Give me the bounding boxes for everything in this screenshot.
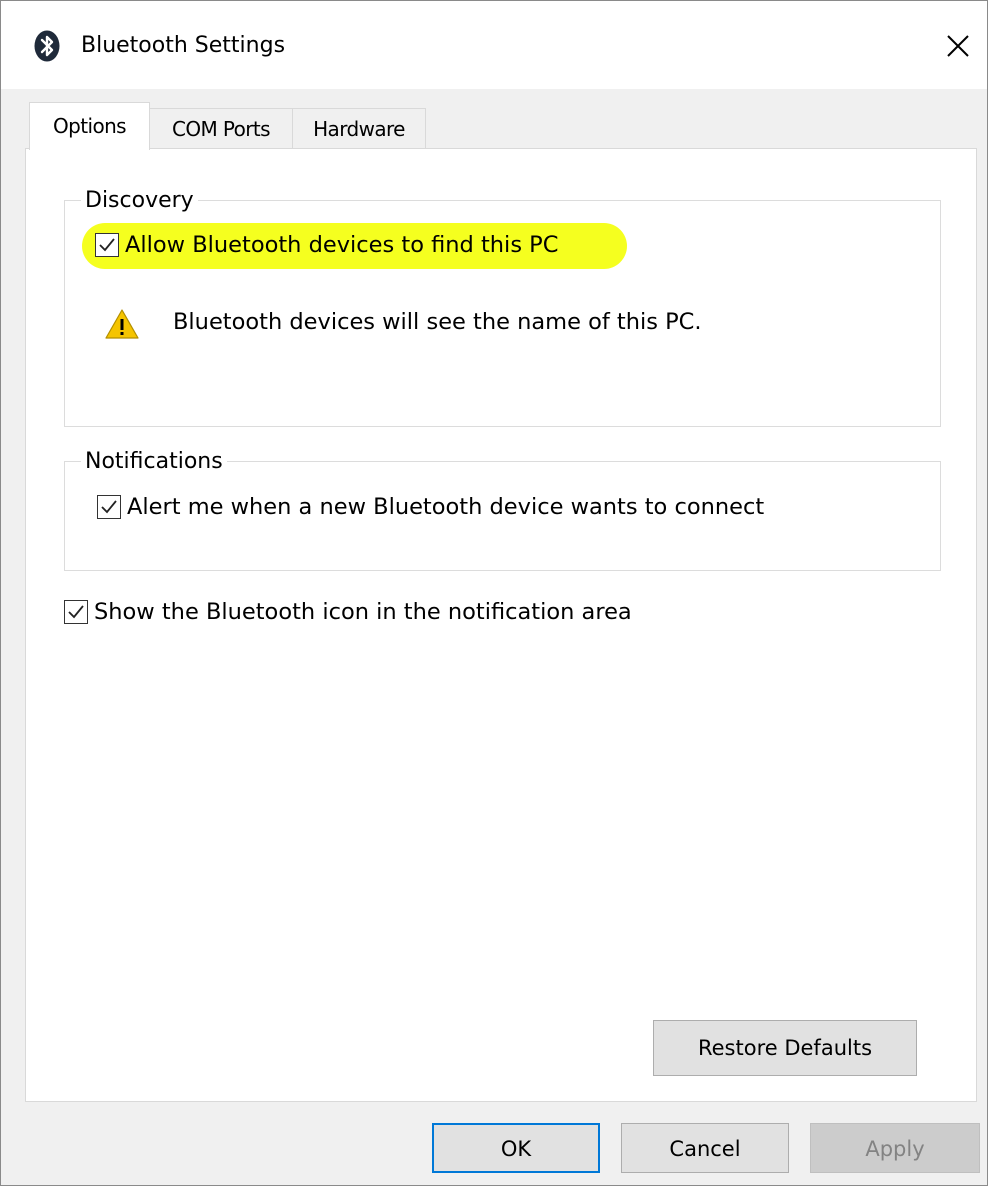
bluetooth-icon	[34, 30, 60, 62]
allow-discovery-checkbox[interactable]	[95, 233, 119, 257]
restore-defaults-button[interactable]: Restore Defaults	[653, 1020, 917, 1076]
ok-button[interactable]: OK	[432, 1123, 600, 1173]
title-bar[interactable]: Bluetooth Settings	[1, 1, 987, 89]
allow-discovery-label: Allow Bluetooth devices to find this PC	[125, 232, 559, 258]
alert-checkbox[interactable]	[97, 495, 121, 519]
checkmark-icon	[68, 605, 84, 619]
bluetooth-settings-dialog: Bluetooth Settings Options COM Ports Har…	[0, 0, 988, 1186]
cancel-button[interactable]: Cancel	[621, 1123, 789, 1173]
alert-checkbox-row[interactable]: Alert me when a new Bluetooth device wan…	[97, 492, 764, 522]
window-title: Bluetooth Settings	[81, 33, 286, 58]
tab-com-ports[interactable]: COM Ports	[149, 108, 293, 149]
tab-hardware[interactable]: Hardware	[292, 108, 426, 149]
close-button[interactable]	[935, 23, 981, 69]
checkmark-icon	[99, 238, 115, 252]
show-icon-label: Show the Bluetooth icon in the notificat…	[94, 599, 632, 625]
alert-label: Alert me when a new Bluetooth device wan…	[127, 494, 765, 520]
apply-button[interactable]: Apply	[810, 1123, 980, 1173]
show-icon-checkbox[interactable]	[64, 600, 88, 624]
close-icon	[947, 35, 969, 57]
show-icon-checkbox-row[interactable]: Show the Bluetooth icon in the notificat…	[64, 597, 632, 627]
allow-discovery-checkbox-row[interactable]: Allow Bluetooth devices to find this PC	[95, 230, 558, 260]
checkmark-icon	[101, 500, 117, 514]
tab-options[interactable]: Options	[29, 102, 150, 150]
